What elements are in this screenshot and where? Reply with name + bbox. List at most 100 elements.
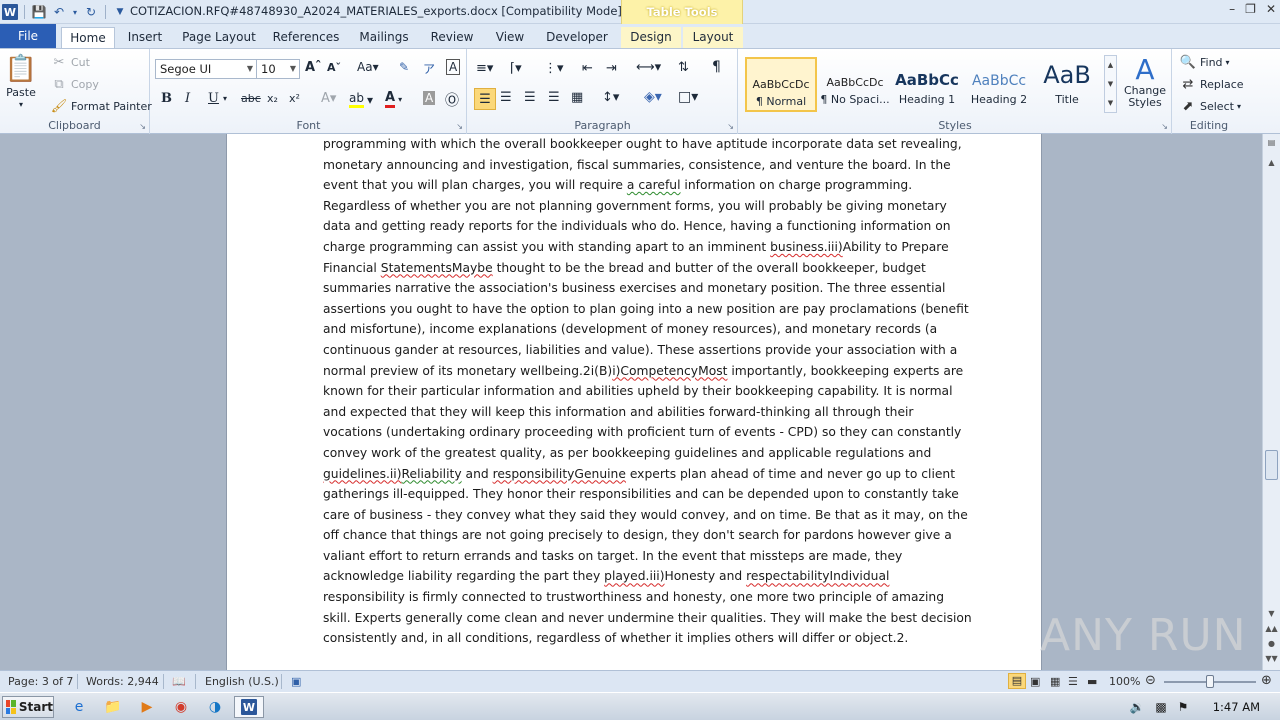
print-layout-view-icon[interactable]: ▤ bbox=[1008, 673, 1026, 689]
strikethrough-icon[interactable]: abc bbox=[241, 92, 261, 105]
align-left-icon[interactable]: ☰ bbox=[474, 88, 496, 110]
align-center-icon[interactable]: ☰ bbox=[500, 90, 512, 105]
style-heading-2[interactable]: AaBbCc Heading 2 bbox=[963, 57, 1035, 112]
next-page-icon[interactable]: ▼▼ bbox=[1263, 654, 1280, 663]
zoom-level[interactable]: 100% bbox=[1109, 675, 1140, 688]
full-screen-view-icon[interactable]: ▣ bbox=[1030, 675, 1040, 688]
grow-font-icon[interactable]: Aˆ bbox=[305, 60, 322, 75]
document-line[interactable]: convey work of the greatest quality, as … bbox=[323, 443, 963, 464]
tab-mailings[interactable]: Mailings bbox=[354, 27, 414, 48]
clear-formatting-icon[interactable]: ✎ bbox=[399, 60, 409, 74]
numbering-icon[interactable]: ⌈▾ bbox=[510, 61, 522, 76]
internet-explorer-icon[interactable]: e bbox=[68, 697, 90, 717]
tab-page-layout[interactable]: Page Layout bbox=[180, 27, 258, 48]
underline-dropdown-icon[interactable]: ▾ bbox=[223, 94, 227, 103]
zoom-slider-thumb[interactable] bbox=[1206, 675, 1214, 688]
font-family-select[interactable]: Segoe UI ▼ bbox=[155, 59, 257, 79]
speaker-icon[interactable]: 🔉 bbox=[1126, 697, 1148, 717]
highlight-color-icon[interactable]: ab ▾ bbox=[349, 91, 373, 108]
tab-home[interactable]: Home bbox=[61, 27, 115, 48]
network-icon[interactable]: ▩ bbox=[1150, 697, 1172, 717]
document-line[interactable]: skill. Experts generally come clean and … bbox=[323, 608, 972, 629]
find-button[interactable]: 🔍 Find ▾ bbox=[1179, 53, 1230, 71]
styles-gallery-scroller[interactable]: ▲ ▼ ▼ bbox=[1104, 55, 1117, 113]
tab-design[interactable]: Design bbox=[621, 27, 681, 48]
document-line[interactable]: vocations (undertaking ordinary proceedi… bbox=[323, 422, 963, 443]
document-line[interactable]: monetary announcing and investigation, f… bbox=[323, 155, 963, 176]
restore-icon[interactable]: ❐ bbox=[1245, 2, 1256, 16]
change-styles-button[interactable]: A Change Styles bbox=[1122, 53, 1168, 109]
justify-icon[interactable]: ☰ bbox=[548, 90, 560, 105]
document-line[interactable]: programming with which the overall bookk… bbox=[323, 134, 963, 155]
tab-layout[interactable]: Layout bbox=[683, 27, 743, 48]
character-shading-icon[interactable]: A bbox=[423, 91, 436, 105]
scroll-down-icon[interactable]: ▼ bbox=[1263, 609, 1280, 618]
document-line[interactable]: continuous gander at resources, liabilit… bbox=[323, 340, 963, 361]
underline-icon[interactable]: U bbox=[208, 91, 219, 106]
vertical-scrollbar[interactable]: ▤ ▲ ▼ ▲▲ ● ▼▼ bbox=[1262, 134, 1280, 670]
customize-qat-icon[interactable]: ▼ bbox=[112, 4, 128, 20]
word-count[interactable]: Words: 2,944 bbox=[86, 675, 159, 688]
scroll-up-icon[interactable]: ▲ bbox=[1263, 158, 1280, 167]
font-launcher-icon[interactable]: ↘ bbox=[456, 122, 463, 131]
borders-icon[interactable]: □▾ bbox=[678, 89, 698, 105]
document-line[interactable]: gatherings ill-equipped. They honor thei… bbox=[323, 484, 963, 505]
document-line[interactable]: responsibility is firmly connected to tr… bbox=[323, 587, 963, 608]
document-line[interactable]: data and getting ready reports for the i… bbox=[323, 216, 963, 237]
document-line[interactable]: Regardless of whether you are not planni… bbox=[323, 196, 963, 217]
document-line[interactable]: summaries narrative the association's bu… bbox=[323, 278, 963, 299]
redo-icon[interactable]: ↻ bbox=[83, 4, 99, 20]
character-border-icon[interactable]: A bbox=[446, 59, 461, 75]
select-button[interactable]: ⬈ Select ▾ bbox=[1179, 97, 1241, 115]
paragraph-launcher-icon[interactable]: ↘ bbox=[727, 122, 734, 131]
document-line[interactable]: and misfortune), income explanations (de… bbox=[323, 319, 963, 340]
font-size-select[interactable]: 10 ▼ bbox=[256, 59, 300, 79]
undo-icon[interactable]: ↶ bbox=[51, 4, 67, 20]
tab-developer[interactable]: Developer bbox=[545, 27, 609, 48]
previous-page-icon[interactable]: ▲▲ bbox=[1263, 624, 1280, 633]
zoom-out-icon[interactable]: ⊝ bbox=[1145, 673, 1156, 688]
zoom-in-icon[interactable]: ⊕ bbox=[1261, 673, 1272, 688]
tab-insert[interactable]: Insert bbox=[125, 27, 165, 48]
document-line[interactable]: assertions you ought to have the option … bbox=[323, 299, 969, 320]
cut-button[interactable]: ✂ Cut bbox=[50, 53, 90, 71]
styles-launcher-icon[interactable]: ↘ bbox=[1161, 122, 1168, 131]
document-area[interactable]: programming with which the overall bookk… bbox=[0, 134, 1262, 670]
minimize-icon[interactable]: – bbox=[1229, 2, 1235, 16]
font-color-icon[interactable]: A ▾ bbox=[385, 90, 402, 108]
document-line[interactable]: and expected that they will keep this in… bbox=[323, 402, 963, 423]
line-spacing-icon[interactable]: ↕▾ bbox=[602, 90, 619, 105]
start-button[interactable]: Start bbox=[2, 696, 54, 718]
document-line[interactable]: guidelines.ii)Reliability and responsibi… bbox=[323, 464, 963, 485]
document-line[interactable]: normal preview of its monetary wellbeing… bbox=[323, 361, 963, 382]
tab-review[interactable]: Review bbox=[428, 27, 476, 48]
language-indicator[interactable]: English (U.S.) bbox=[205, 675, 279, 688]
clipboard-launcher-icon[interactable]: ↘ bbox=[139, 122, 146, 131]
page-count[interactable]: Page: 3 of 7 bbox=[8, 675, 73, 688]
word-taskbar-button[interactable]: W bbox=[234, 696, 264, 718]
browse-object-icon[interactable]: ● bbox=[1263, 639, 1280, 648]
replace-button[interactable]: ⇄ Replace bbox=[1179, 75, 1244, 93]
scrollbar-thumb[interactable] bbox=[1265, 450, 1278, 480]
save-icon[interactable]: 💾 bbox=[31, 4, 47, 20]
document-line[interactable]: charge programming can assist you with s… bbox=[323, 237, 963, 258]
word-logo-icon[interactable]: W bbox=[2, 4, 18, 20]
subscript-icon[interactable]: x₂ bbox=[267, 92, 278, 105]
document-line[interactable]: Financial StatementsMaybe thought to be … bbox=[323, 258, 963, 279]
bold-icon[interactable]: B bbox=[161, 91, 172, 106]
web-layout-view-icon[interactable]: ▦ bbox=[1050, 675, 1060, 688]
shading-icon[interactable]: ◈▾ bbox=[644, 89, 662, 105]
taskbar-clock[interactable]: 1:47 AM bbox=[1213, 700, 1260, 714]
show-formatting-icon[interactable]: ¶ bbox=[712, 59, 721, 75]
tab-view[interactable]: View bbox=[490, 27, 530, 48]
document-body[interactable]: programming with which the overall bookk… bbox=[323, 134, 972, 649]
align-right-icon[interactable]: ☰ bbox=[524, 90, 536, 105]
outline-view-icon[interactable]: ☰ bbox=[1068, 675, 1078, 688]
document-line[interactable]: event that you will plan charges, you wi… bbox=[323, 175, 963, 196]
media-player-icon[interactable]: ▶ bbox=[136, 697, 158, 717]
macro-record-icon[interactable]: ▣ bbox=[291, 675, 301, 688]
multilevel-list-icon[interactable]: ⋮▾ bbox=[544, 61, 564, 76]
tab-references[interactable]: References bbox=[272, 27, 340, 48]
distributed-icon[interactable]: ▦ bbox=[571, 90, 583, 105]
paste-button[interactable]: 📋 Paste ▾ bbox=[5, 53, 37, 109]
